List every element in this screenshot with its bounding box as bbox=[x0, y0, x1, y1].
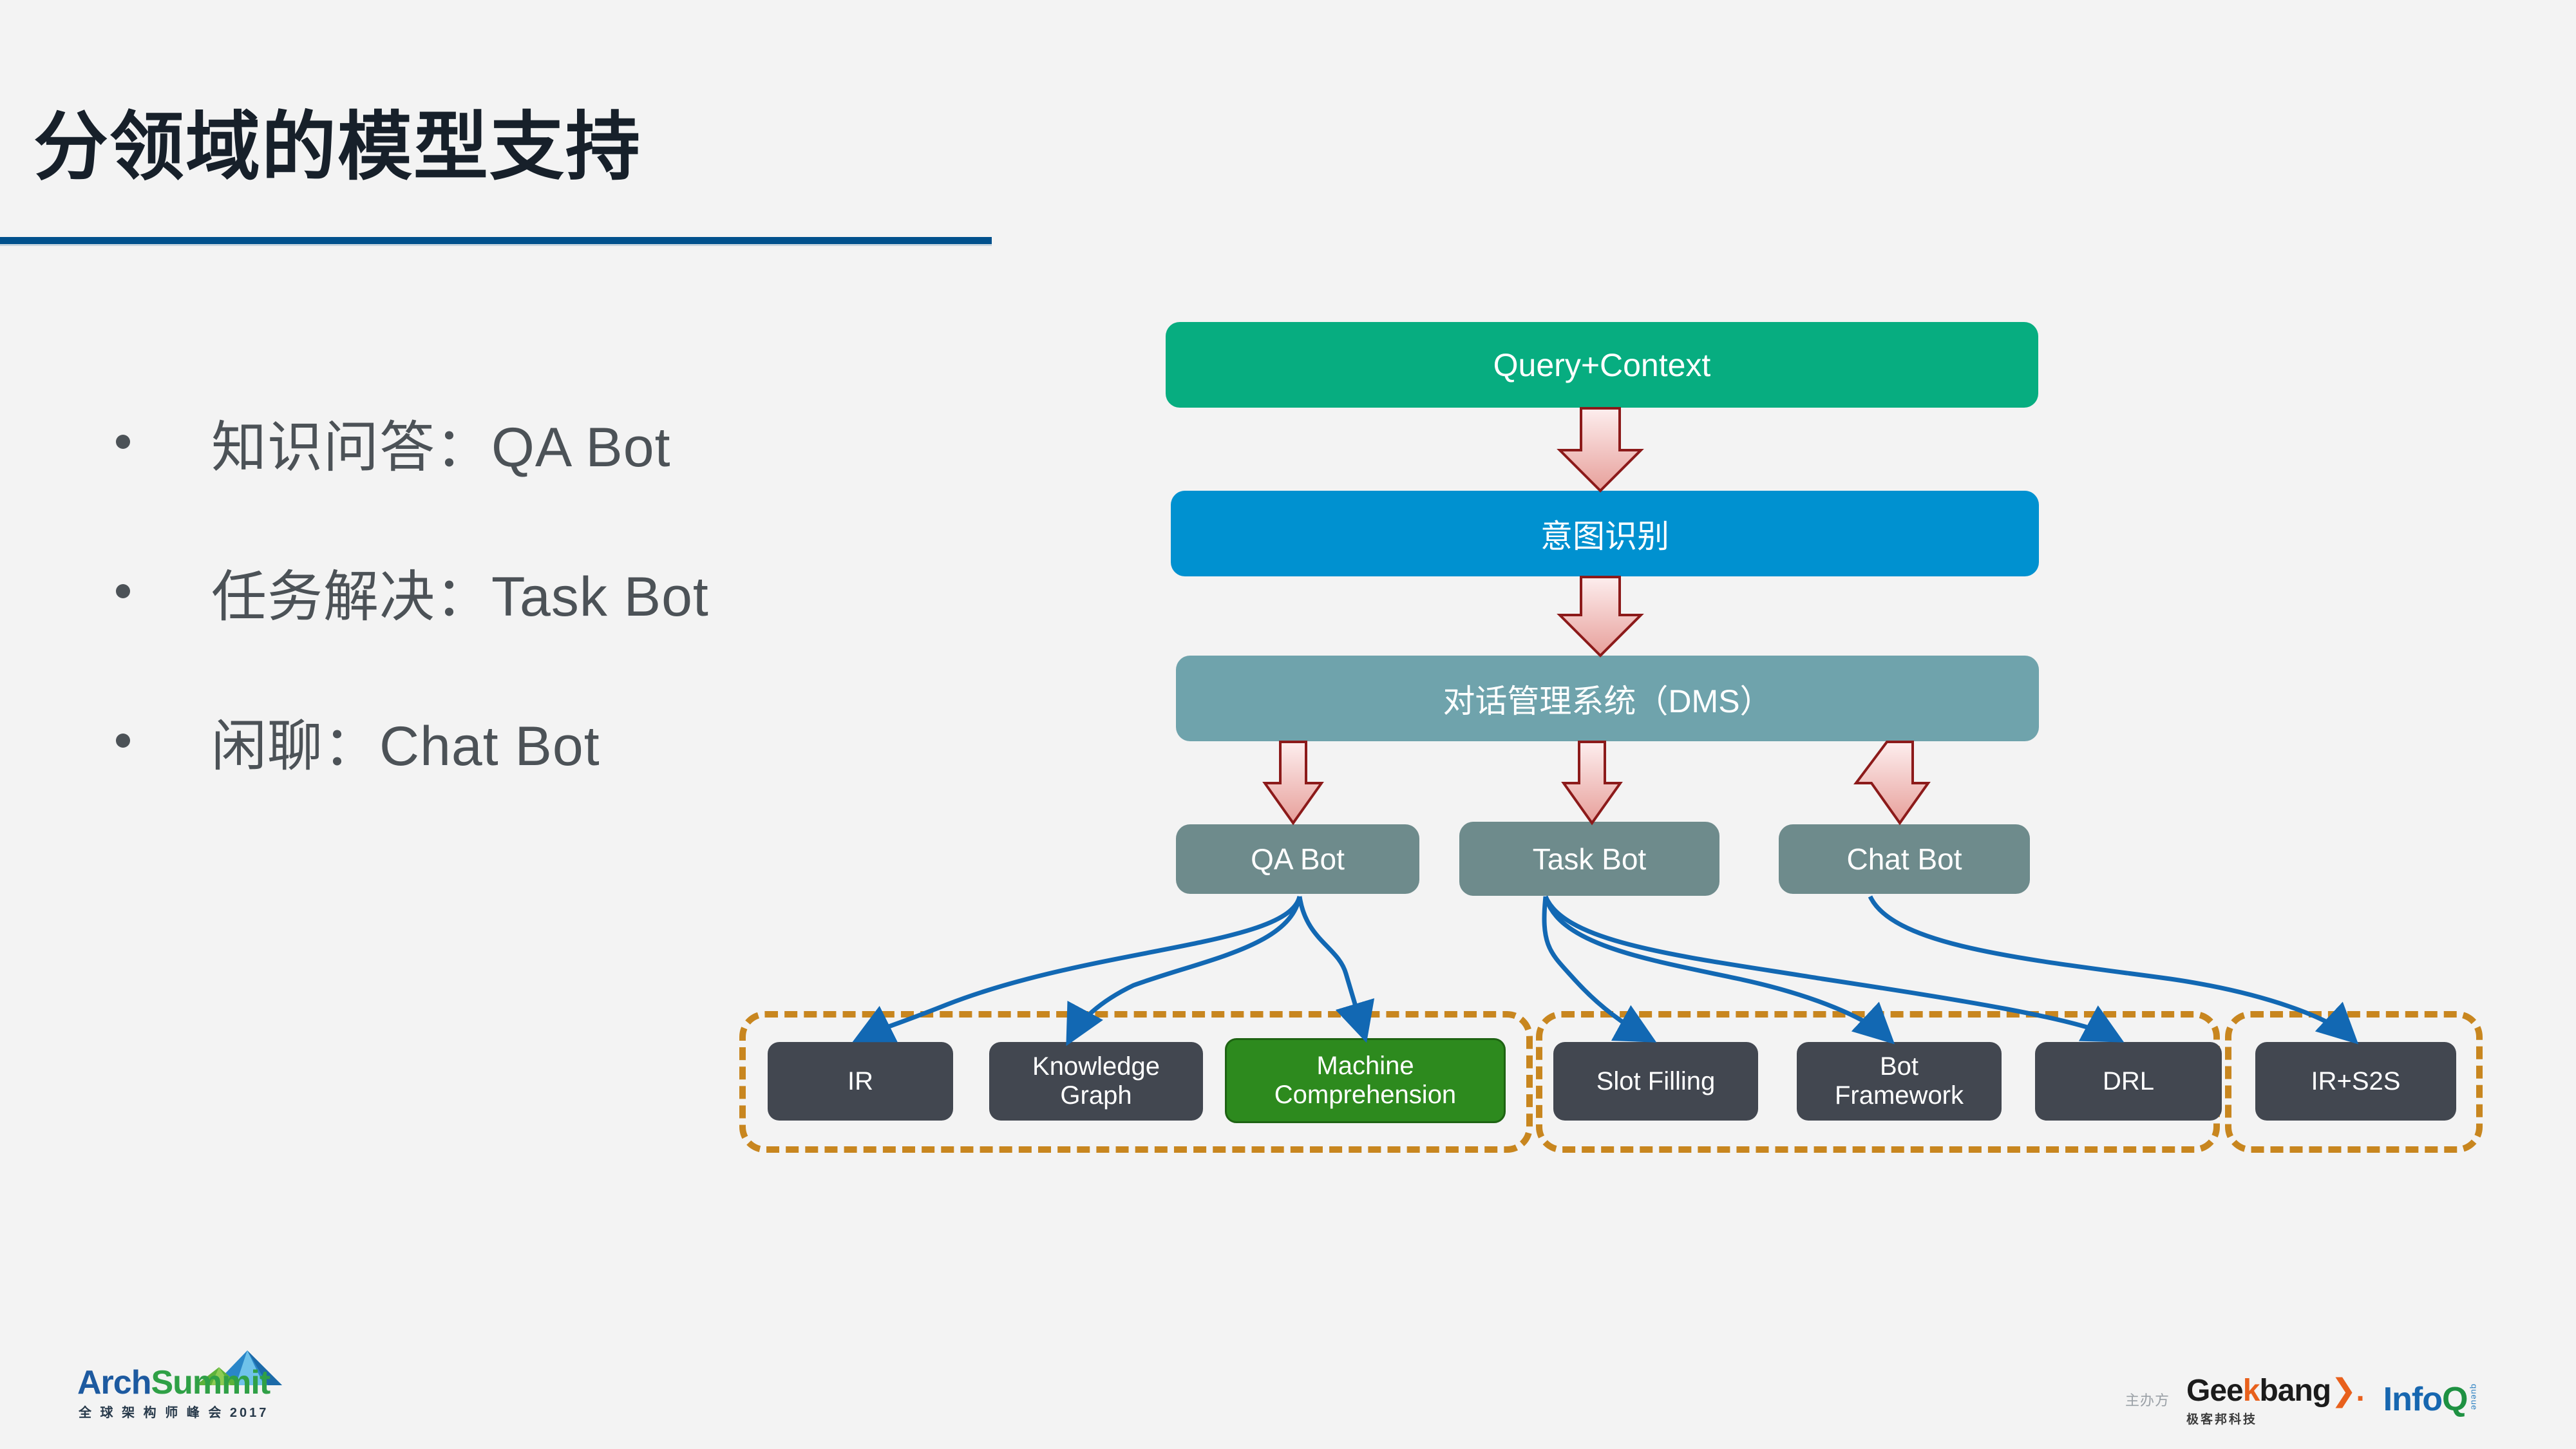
geekbang-logo: Geekbang❯. 极客邦科技 bbox=[2186, 1372, 2365, 1427]
leaf-line-1: Bot bbox=[1879, 1052, 1919, 1081]
leaf-line-1: Machine bbox=[1316, 1052, 1414, 1081]
block-arrow-intent-to-dms bbox=[1557, 576, 1644, 658]
bullet-label: 闲聊：Chat Bot bbox=[211, 715, 600, 777]
leaf-box-ir-s2s: IR+S2S bbox=[2255, 1042, 2456, 1121]
leaf-line-2: Graph bbox=[1060, 1081, 1132, 1110]
bullet-dot-icon bbox=[116, 435, 130, 449]
page-title: 分领域的模型支持 bbox=[33, 105, 641, 189]
bullet-label: 任务解决：Task Bot bbox=[211, 565, 709, 628]
block-arrow-dms-to-chat-bot bbox=[1853, 741, 1931, 826]
title-underline-shadow bbox=[0, 244, 992, 246]
archsummit-logo: ArchSummit 全 球 架 构 师 峰 会 2017 bbox=[77, 1349, 290, 1420]
summit-word-part: Summit bbox=[151, 1364, 270, 1401]
infoq-wordmark: InfoQ bbox=[2383, 1380, 2468, 1419]
flow-box-intent-recognition: 意图识别 bbox=[1171, 491, 2039, 576]
geek-word-post: bang bbox=[2259, 1373, 2331, 1408]
archsummit-subtitle: 全 球 架 构 师 峰 会 2017 bbox=[79, 1406, 269, 1420]
bullet-list: 知识问答：QA Bot 任务解决：Task Bot 闲聊：Chat Bot bbox=[116, 367, 953, 815]
archsummit-wordmark: ArchSummit bbox=[77, 1363, 270, 1402]
leaf-box-bot-framework: Bot Framework bbox=[1797, 1042, 2002, 1121]
leaf-box-machine-comprehension: Machine Comprehension bbox=[1225, 1038, 1506, 1123]
geek-word-pre: Gee bbox=[2186, 1373, 2244, 1408]
geekbang-subtitle: 极客邦科技 bbox=[2186, 1412, 2258, 1426]
title-underline-bar bbox=[0, 237, 992, 244]
arch-word-part: Arch bbox=[77, 1364, 151, 1401]
block-arrow-query-to-intent bbox=[1557, 407, 1644, 493]
infoq-word-q: Q bbox=[2441, 1381, 2468, 1418]
infoq-word-info: Info bbox=[2383, 1381, 2443, 1418]
block-arrow-dms-to-task-bot bbox=[1561, 741, 1623, 826]
flow-box-qa-bot: QA Bot bbox=[1176, 824, 1419, 894]
bullet-dot-icon bbox=[116, 734, 130, 748]
bullet-label: 知识问答：QA Bot bbox=[211, 416, 671, 478]
footer-sponsors: 主办方 Geekbang❯. 极客邦科技 InfoQ queue bbox=[2125, 1370, 2479, 1428]
leaf-box-drl: DRL bbox=[2035, 1042, 2222, 1121]
leaf-line-2: Framework bbox=[1834, 1081, 1964, 1110]
slide-canvas: 分领域的模型支持 知识问答：QA Bot 任务解决：Task Bot 闲聊：Ch… bbox=[0, 0, 2576, 1449]
bullet-dot-icon bbox=[116, 584, 130, 598]
infoq-logo: InfoQ queue bbox=[2383, 1380, 2479, 1419]
geek-arrow-icon: ❯. bbox=[2331, 1373, 2365, 1408]
leaf-box-slot-filling: Slot Filling bbox=[1553, 1042, 1758, 1121]
flow-box-chat-bot: Chat Bot bbox=[1779, 824, 2030, 894]
block-arrow-dms-to-qa-bot bbox=[1262, 741, 1324, 826]
list-item: 任务解决：Task Bot bbox=[116, 516, 953, 666]
list-item: 闲聊：Chat Bot bbox=[116, 666, 953, 815]
infoq-subtitle: queue bbox=[2469, 1383, 2479, 1410]
leaf-line-1: Knowledge bbox=[1032, 1052, 1160, 1081]
flow-box-dialog-management-system: 对话管理系统（DMS） bbox=[1176, 656, 2039, 741]
leaf-line-2: Comprehension bbox=[1274, 1081, 1457, 1109]
leaf-box-ir: IR bbox=[768, 1042, 953, 1121]
leaf-box-knowledge-graph: Knowledge Graph bbox=[989, 1042, 1203, 1121]
flow-box-task-bot: Task Bot bbox=[1459, 822, 1719, 896]
geek-word-k: k bbox=[2242, 1373, 2260, 1408]
host-label: 主办方 bbox=[2125, 1392, 2170, 1408]
geekbang-wordmark: Geekbang❯. bbox=[2186, 1372, 2365, 1408]
flow-box-query-context: Query+Context bbox=[1166, 322, 2038, 408]
list-item: 知识问答：QA Bot bbox=[116, 367, 953, 516]
